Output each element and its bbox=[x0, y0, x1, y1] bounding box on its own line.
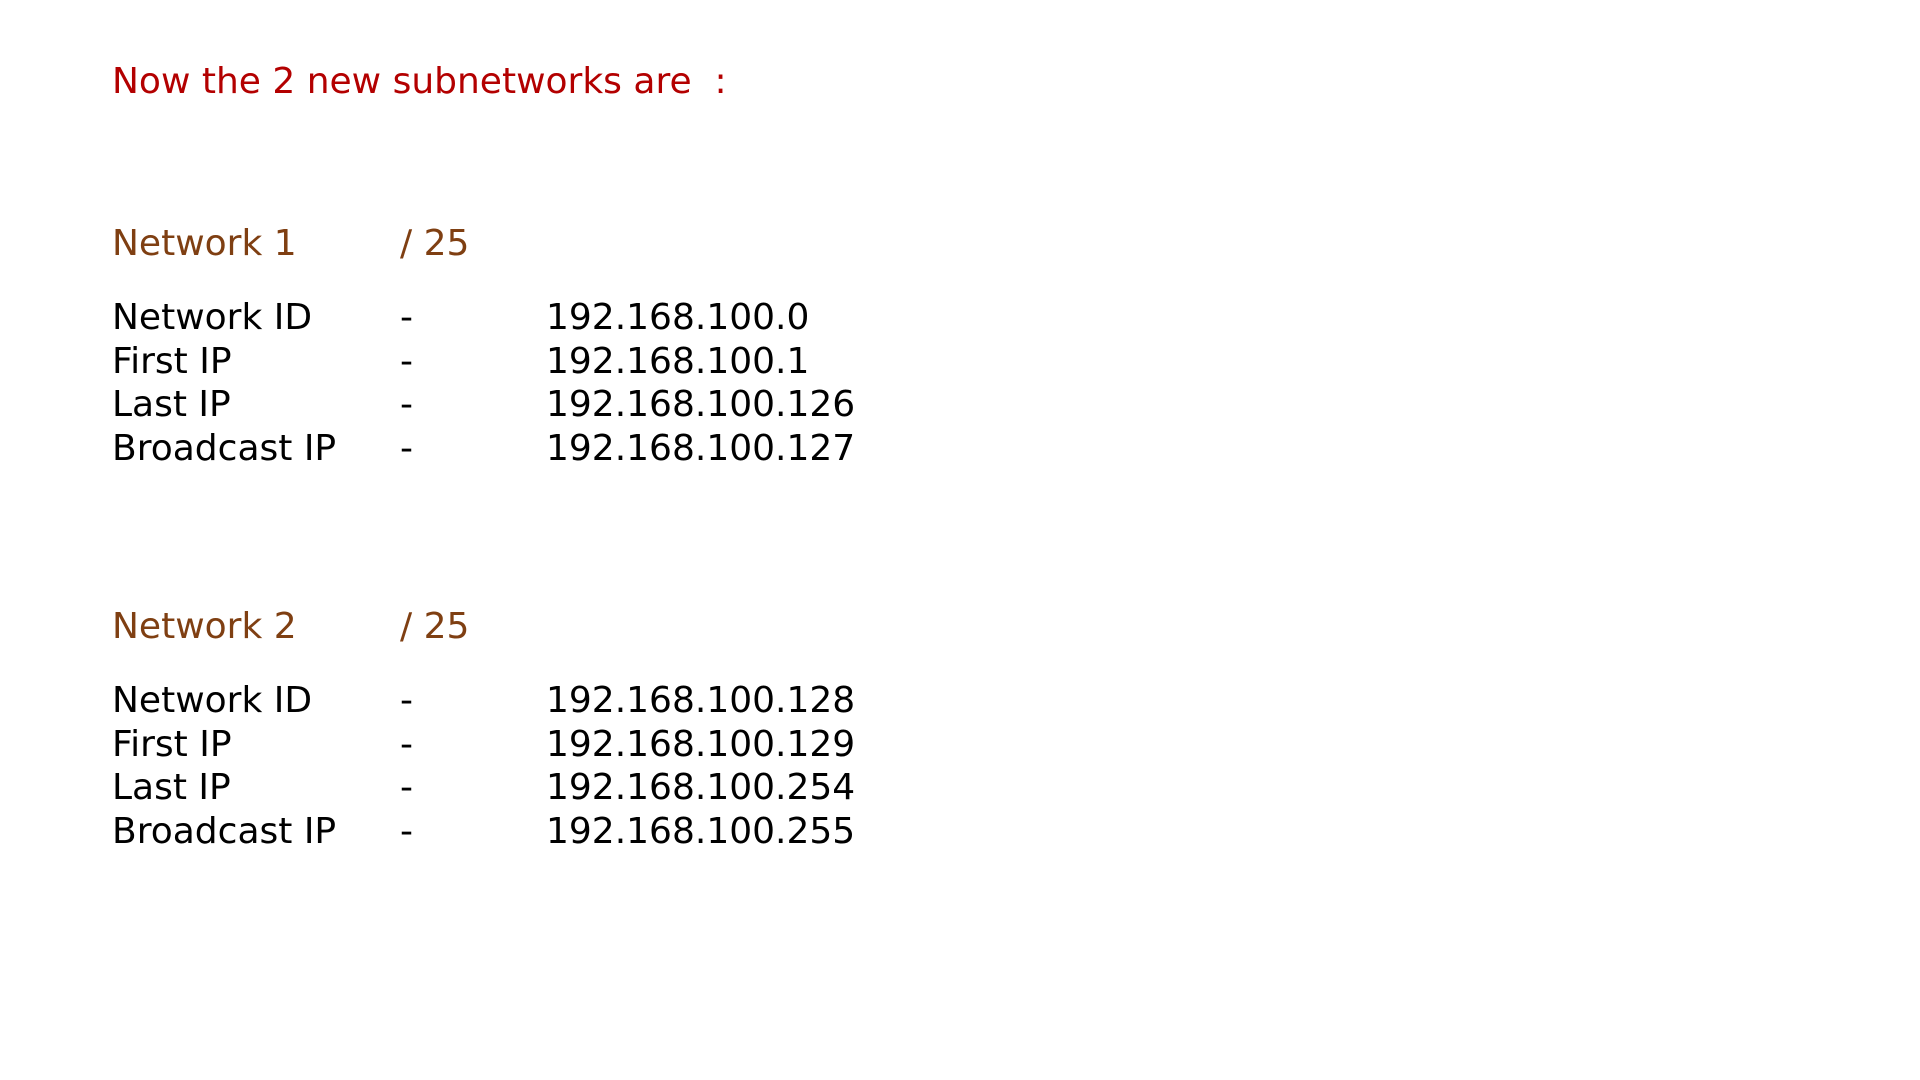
detail-value: 192.168.100.128 bbox=[546, 680, 856, 721]
detail-value: 192.168.100.255 bbox=[546, 810, 856, 852]
slide-heading: Now the 2 new subnetworks are : bbox=[112, 61, 727, 102]
detail-value: 192.168.100.126 bbox=[546, 384, 856, 425]
network-name: Network 2 bbox=[112, 606, 297, 647]
detail-row-last-ip: Last IP - 192.168.100.254 bbox=[112, 766, 1012, 810]
slide: Now the 2 new subnetworks are : Network … bbox=[0, 0, 1920, 1080]
detail-row-network-id: Network ID - 192.168.100.128 bbox=[112, 679, 1012, 723]
detail-label: Last IP bbox=[112, 767, 231, 808]
detail-separator: - bbox=[400, 340, 413, 382]
detail-separator: - bbox=[400, 810, 413, 852]
detail-row-network-id: Network ID - 192.168.100.0 bbox=[112, 296, 1012, 340]
network-name: Network 1 bbox=[112, 223, 297, 264]
network-block-2: Network 2 / 25 Network ID - 192.168.100.… bbox=[112, 605, 1012, 853]
detail-row-first-ip: First IP - 192.168.100.1 bbox=[112, 340, 1012, 384]
network-details: Network ID - 192.168.100.128 First IP - … bbox=[112, 679, 1012, 853]
detail-value: 192.168.100.129 bbox=[546, 723, 856, 765]
detail-label: Broadcast IP bbox=[112, 810, 337, 852]
detail-separator: - bbox=[400, 297, 413, 338]
network-block-1: Network 1 / 25 Network ID - 192.168.100.… bbox=[112, 222, 1012, 470]
detail-label: Last IP bbox=[112, 384, 231, 425]
detail-value: 192.168.100.127 bbox=[546, 427, 856, 469]
network-title: Network 2 / 25 bbox=[112, 605, 1012, 649]
network-prefix: / 25 bbox=[400, 606, 470, 647]
detail-separator: - bbox=[400, 767, 413, 808]
detail-label: First IP bbox=[112, 340, 232, 382]
network-details: Network ID - 192.168.100.0 First IP - 19… bbox=[112, 296, 1012, 470]
detail-row-broadcast-ip: Broadcast IP - 192.168.100.255 bbox=[112, 810, 1012, 854]
detail-label: Network ID bbox=[112, 297, 313, 338]
detail-separator: - bbox=[400, 723, 413, 765]
detail-row-broadcast-ip: Broadcast IP - 192.168.100.127 bbox=[112, 427, 1012, 471]
detail-label: Network ID bbox=[112, 680, 313, 721]
detail-label: Broadcast IP bbox=[112, 427, 337, 469]
detail-value: 192.168.100.0 bbox=[546, 297, 810, 338]
detail-label: First IP bbox=[112, 723, 232, 765]
network-prefix: / 25 bbox=[400, 223, 470, 264]
network-title: Network 1 / 25 bbox=[112, 222, 1012, 266]
detail-separator: - bbox=[400, 384, 413, 425]
detail-value: 192.168.100.1 bbox=[546, 340, 810, 382]
detail-separator: - bbox=[400, 680, 413, 721]
detail-row-last-ip: Last IP - 192.168.100.126 bbox=[112, 383, 1012, 427]
detail-value: 192.168.100.254 bbox=[546, 767, 856, 808]
detail-row-first-ip: First IP - 192.168.100.129 bbox=[112, 723, 1012, 767]
detail-separator: - bbox=[400, 427, 413, 469]
